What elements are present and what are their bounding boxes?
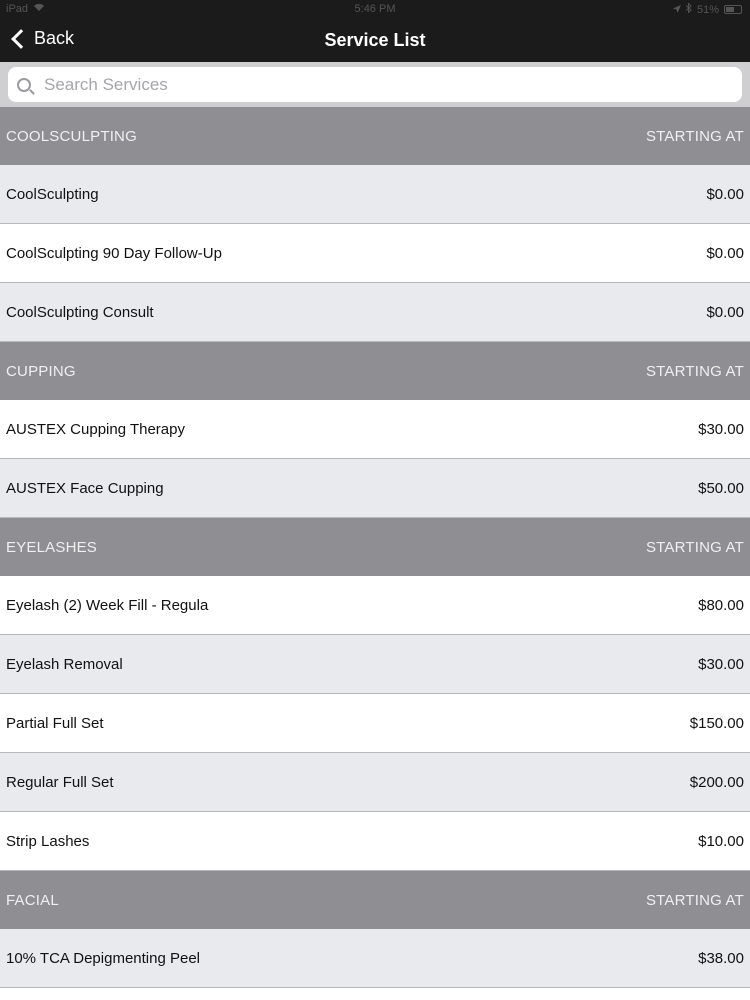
service-row[interactable]: Regular Full Set $200.00 xyxy=(0,753,750,812)
search-icon xyxy=(17,77,31,92)
section-title: FACIAL xyxy=(6,891,59,909)
service-row[interactable]: Eyelash (2) Week Fill - Regula $80.00 xyxy=(0,576,750,635)
service-row[interactable]: Partial Full Set $150.00 xyxy=(0,694,750,753)
navigation-bar: Back Service List xyxy=(0,20,750,62)
service-row[interactable]: Eyelash Removal $30.00 xyxy=(0,635,750,694)
location-icon xyxy=(672,4,681,16)
service-row[interactable]: AUSTEX Cupping Therapy $30.00 xyxy=(0,400,750,459)
service-name: Eyelash (2) Week Fill - Regula xyxy=(6,596,209,614)
service-name: CoolSculpting xyxy=(6,185,99,203)
service-name: Strip Lashes xyxy=(6,832,90,850)
status-bar: iPad 5:46 PM 51% xyxy=(0,0,750,20)
service-name: Eyelash Removal xyxy=(6,655,123,673)
service-price: $10.00 xyxy=(698,832,744,850)
service-price: $0.00 xyxy=(706,244,744,262)
service-name: Partial Full Set xyxy=(6,714,104,732)
battery-percent: 51% xyxy=(696,3,719,16)
section-price-header: STARTING AT xyxy=(645,538,744,556)
section-title: CUPPING xyxy=(6,362,76,380)
section-price-header: STARTING AT xyxy=(645,891,744,909)
service-name: 10% TCA Depigmenting Peel xyxy=(6,949,201,967)
service-row[interactable]: CoolSculpting $0.00 xyxy=(0,165,750,224)
battery-icon xyxy=(724,5,742,14)
section-title: COOLSCULPTING xyxy=(6,127,137,145)
service-price: $80.00 xyxy=(698,596,744,614)
service-name: Regular Full Set xyxy=(6,773,114,791)
status-right: 51% xyxy=(672,2,742,16)
service-price: $50.00 xyxy=(698,479,744,497)
service-list: COOLSCULPTING STARTING AT CoolSculpting … xyxy=(0,107,750,988)
service-price: $30.00 xyxy=(698,420,744,438)
service-row[interactable]: 10% TCA Depigmenting Peel $38.00 xyxy=(0,929,750,988)
search-field[interactable] xyxy=(8,67,742,102)
service-price: $150.00 xyxy=(689,714,744,732)
section-price-header: STARTING AT xyxy=(645,127,744,145)
section-header-cupping: CUPPING STARTING AT xyxy=(0,342,750,400)
service-name: CoolSculpting 90 Day Follow-Up xyxy=(6,244,222,262)
page-title: Service List xyxy=(324,30,426,50)
service-row[interactable]: CoolSculpting Consult $0.00 xyxy=(0,283,750,342)
bluetooth-icon xyxy=(685,2,692,16)
section-price-header: STARTING AT xyxy=(645,362,744,380)
search-bar xyxy=(0,62,750,107)
service-price: $0.00 xyxy=(706,185,744,203)
section-header-facial: FACIAL STARTING AT xyxy=(0,871,750,929)
section-header-coolsculpting: COOLSCULPTING STARTING AT xyxy=(0,107,750,165)
service-price: $30.00 xyxy=(698,655,744,673)
search-input[interactable] xyxy=(42,73,686,96)
service-row[interactable]: CoolSculpting 90 Day Follow-Up $0.00 xyxy=(0,224,750,283)
service-name: CoolSculpting Consult xyxy=(6,303,154,321)
service-row[interactable]: AUSTEX Face Cupping $50.00 xyxy=(0,459,750,518)
service-row[interactable]: Strip Lashes $10.00 xyxy=(0,812,750,871)
status-time: 5:46 PM xyxy=(354,3,396,15)
section-header-eyelashes: EYELASHES STARTING AT xyxy=(0,518,750,576)
service-price: $0.00 xyxy=(706,303,744,321)
section-title: EYELASHES xyxy=(6,538,98,556)
service-name: AUSTEX Cupping Therapy xyxy=(6,420,185,438)
service-price: $200.00 xyxy=(689,773,744,791)
service-price: $38.00 xyxy=(698,949,744,967)
service-name: AUSTEX Face Cupping xyxy=(6,479,164,497)
